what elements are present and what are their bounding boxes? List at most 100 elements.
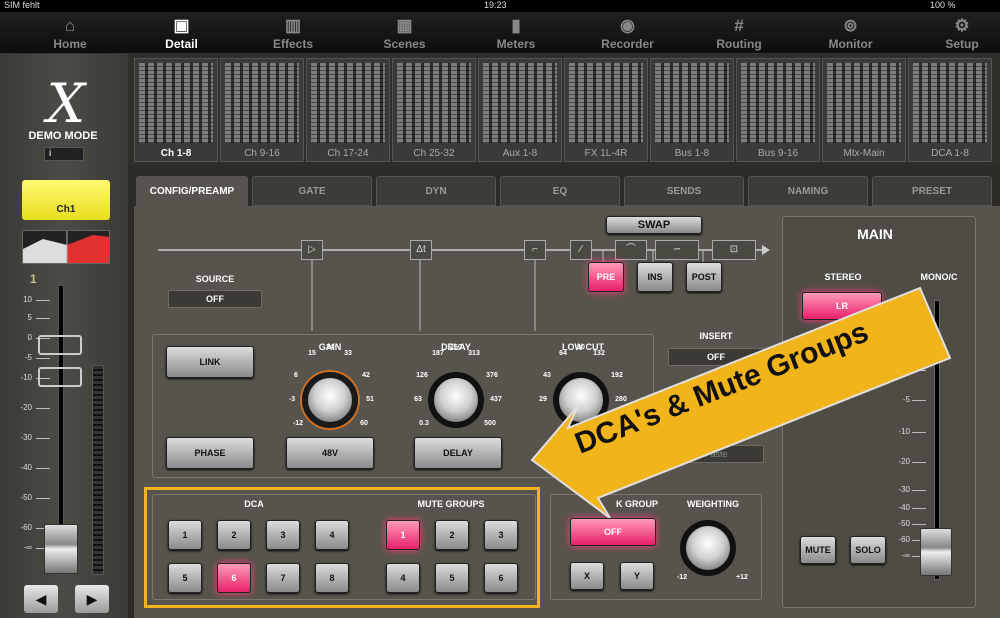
source-label: SOURCE <box>195 274 235 284</box>
weighting-min: -12 <box>676 574 688 581</box>
bank-ch-17-24[interactable]: Ch 17-24 <box>306 58 390 162</box>
scenes-icon: ▦ <box>396 16 413 35</box>
weighting-max: +12 <box>736 574 748 581</box>
y-button[interactable]: Y <box>620 562 654 590</box>
delay-scale-label: 437 <box>490 396 502 403</box>
bank-mtx-main[interactable]: Mtx-Main <box>822 58 906 162</box>
top-nav: ⌂ Home ▣ Detail ▥ Effects ▦ Scenes ▮ Meters ◉ Recor… <box>0 12 1000 54</box>
recorder-icon: ◉ <box>620 16 635 35</box>
next-channel-button[interactable]: ▶ <box>75 585 109 613</box>
fader-scale-tick <box>36 498 50 499</box>
routing-icon: # <box>734 16 744 35</box>
eq-thumbnail[interactable] <box>22 230 110 264</box>
prev-channel-button[interactable]: ◀ <box>24 585 58 613</box>
fader-scale-tick <box>36 300 50 301</box>
home-icon: ⌂ <box>64 16 76 35</box>
tab-naming[interactable]: NAMING <box>748 176 868 206</box>
tab-eq[interactable]: EQ <box>500 176 620 206</box>
bank-label: Ch 9-16 <box>244 148 280 159</box>
gain-scale-label: -12 <box>292 420 304 427</box>
fader-scale-label: -10 <box>20 373 32 382</box>
clock: 19:23 <box>484 0 507 10</box>
group-off-button[interactable]: OFF <box>570 518 656 546</box>
gain-scale-label: 51 <box>366 396 374 403</box>
weighting-knob[interactable] <box>680 520 736 576</box>
phase-button[interactable]: PHASE <box>166 437 254 469</box>
detail-icon: ▣ <box>173 16 190 35</box>
bank-meter-bars <box>483 63 557 143</box>
nav-label: Effects <box>272 37 313 51</box>
x-air-logo: X <box>46 72 86 135</box>
main-fader-knob[interactable] <box>920 528 952 576</box>
delay-node-icon: Δt <box>410 240 432 260</box>
gain-knob[interactable] <box>302 372 358 428</box>
48v-button[interactable]: 48V <box>286 437 374 469</box>
fader-scale-label: -40 <box>20 463 32 472</box>
nav-monitor[interactable]: ⊚ Monitor <box>796 12 906 54</box>
bank-label: FX 1L-4R <box>584 148 628 159</box>
info-button[interactable]: i <box>44 147 84 161</box>
bank-meter-bars <box>225 63 299 143</box>
tab-gate[interactable]: GATE <box>252 176 372 206</box>
gain-scale-label: 42 <box>362 372 370 379</box>
nav-home[interactable]: ⌂ Home <box>15 12 125 54</box>
channel-select-button[interactable]: Ch1 <box>22 180 110 220</box>
delay-scale-label: 313 <box>468 350 480 357</box>
fader-scale-tick <box>36 358 50 359</box>
bank-dca-1-8[interactable]: DCA 1-8 <box>908 58 992 162</box>
main-scale-label: -∞ <box>901 551 910 560</box>
bank-meter-bars <box>139 63 213 143</box>
tab-preset[interactable]: PRESET <box>872 176 992 206</box>
fader-overlay-box <box>38 335 82 355</box>
bank-bus-9-16[interactable]: Bus 9-16 <box>736 58 820 162</box>
fader-scale-label: -30 <box>20 433 32 442</box>
delay-scale-label: 126 <box>416 372 428 379</box>
nav-label: Detail <box>165 37 198 51</box>
fader-scale-label: -5 <box>24 353 32 362</box>
swap-button[interactable]: SWAP <box>606 216 702 234</box>
tab-sends[interactable]: SENDS <box>624 176 744 206</box>
nav-detail[interactable]: ▣ Detail <box>127 12 237 54</box>
setup-icon: ⚙ <box>954 16 970 35</box>
nav-meters[interactable]: ▮ Meters <box>461 12 571 54</box>
fader-scale-tick <box>36 318 50 319</box>
fader-scale-label: -∞ <box>23 543 32 552</box>
bank-aux-1-8[interactable]: Aux 1-8 <box>478 58 562 162</box>
bank-label: Ch 25-32 <box>413 148 455 159</box>
tab-config-preamp[interactable]: CONFIG/PREAMP <box>136 176 248 206</box>
bank-label: DCA 1-8 <box>931 148 969 159</box>
source-select[interactable]: OFF <box>168 290 262 308</box>
nav-setup[interactable]: ⚙ Setup <box>907 12 1000 54</box>
fader-scale-label: 5 <box>27 313 32 322</box>
tab-dyn[interactable]: DYN <box>376 176 496 206</box>
x-button[interactable]: X <box>570 562 604 590</box>
nav-scenes[interactable]: ▦ Scenes <box>350 12 460 54</box>
bank-ch-1-8[interactable]: Ch 1-8 <box>134 58 218 162</box>
channel-bank-bar: Ch 1-8 Ch 9-16 Ch 17-24 Ch 25-32 Aux 1-8 FX 1… <box>128 54 1000 166</box>
nav-effects[interactable]: ▥ Effects <box>238 12 348 54</box>
bank-ch-9-16[interactable]: Ch 9-16 <box>220 58 304 162</box>
main-mute-button[interactable]: MUTE <box>800 536 836 564</box>
bank-meter-bars <box>827 63 901 143</box>
fader-scale-label: -60 <box>20 523 32 532</box>
nav-recorder[interactable]: ◉ Recorder <box>573 12 683 54</box>
meters-icon: ▮ <box>511 16 521 35</box>
main-solo-button[interactable]: SOLO <box>850 536 886 564</box>
nav-label: Routing <box>716 37 762 51</box>
fader-scale-label: 0 <box>27 333 32 342</box>
delay-knob[interactable] <box>428 372 484 428</box>
bank-fx-1l-4r[interactable]: FX 1L-4R <box>564 58 648 162</box>
gain-scale-label: 15 <box>308 350 316 357</box>
bank-ch-25-32[interactable]: Ch 25-32 <box>392 58 476 162</box>
dyn-node-icon: ⌒ <box>615 240 647 260</box>
bank-label: Ch 17-24 <box>327 148 369 159</box>
channel-fader-knob[interactable] <box>44 524 78 574</box>
gain-scale-label: -3 <box>288 396 296 403</box>
link-button[interactable]: LINK <box>166 346 254 378</box>
delay-button[interactable]: DELAY <box>414 437 502 469</box>
fader-scale-tick <box>36 408 50 409</box>
bank-meter-bars <box>569 63 643 143</box>
main-title: MAIN <box>857 226 893 242</box>
nav-routing[interactable]: # Routing <box>684 12 794 54</box>
bank-bus-1-8[interactable]: Bus 1-8 <box>650 58 734 162</box>
